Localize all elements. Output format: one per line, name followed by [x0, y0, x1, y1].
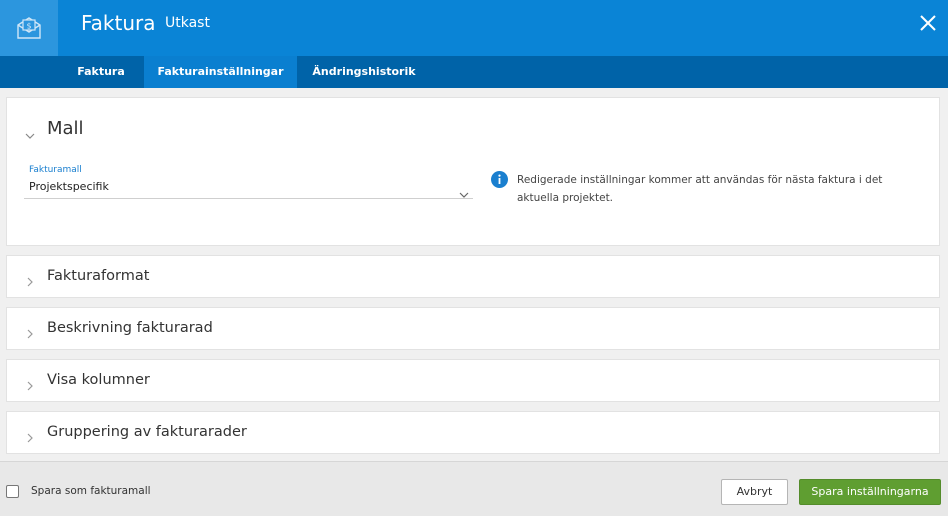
chevron-right-icon[interactable] [25, 376, 35, 391]
chevron-down-icon[interactable] [25, 126, 35, 139]
section-title[interactable]: Beskrivning fakturarad [47, 320, 213, 336]
tab-bar: Faktura Fakturainställningar Ändringshis… [0, 56, 948, 88]
section-fakturaformat[interactable]: Fakturaformat [6, 255, 940, 298]
fakturamall-underline [24, 198, 473, 199]
dialog-title: Faktura [81, 11, 156, 35]
info-icon [491, 171, 508, 188]
section-gruppering-av-fakturarader[interactable]: Gruppering av fakturarader [6, 411, 940, 454]
chevron-right-icon[interactable] [25, 272, 35, 287]
mall-section-title[interactable]: Mall [47, 118, 84, 139]
save-as-template-label[interactable]: Spara som fakturamall [31, 485, 151, 497]
close-icon[interactable] [918, 13, 938, 33]
chevron-right-icon[interactable] [25, 428, 35, 443]
tab-faktura[interactable]: Faktura [58, 56, 144, 88]
chevron-down-icon[interactable] [459, 184, 469, 198]
save-settings-button[interactable]: Spara inställningarna [799, 479, 941, 505]
invoice-envelope-icon: $ [0, 0, 58, 56]
fakturamall-select[interactable]: Projektspecifik [29, 180, 109, 193]
mall-section: Mall Fakturamall Projektspecifik Rediger… [6, 97, 940, 246]
section-title[interactable]: Fakturaformat [47, 268, 149, 284]
info-message: Redigerade inställningar kommer att anvä… [517, 174, 883, 204]
section-visa-kolumner[interactable]: Visa kolumner [6, 359, 940, 402]
chevron-right-icon[interactable] [25, 324, 35, 339]
tab-andringshistorik[interactable]: Ändringshistorik [297, 56, 431, 88]
section-beskrivning-fakturarad[interactable]: Beskrivning fakturarad [6, 307, 940, 350]
dialog-footer: Spara som fakturamall Avbryt Spara instä… [0, 461, 948, 516]
tab-fakturainstallningar[interactable]: Fakturainställningar [144, 56, 297, 88]
svg-text:$: $ [26, 22, 31, 31]
fakturamall-label: Fakturamall [29, 165, 82, 175]
dialog-header: $ Faktura Utkast [0, 0, 948, 56]
cancel-button[interactable]: Avbryt [721, 479, 788, 505]
dialog-status: Utkast [165, 15, 210, 31]
save-as-template-checkbox[interactable] [6, 485, 19, 498]
section-title[interactable]: Visa kolumner [47, 372, 150, 388]
section-title[interactable]: Gruppering av fakturarader [47, 424, 247, 440]
